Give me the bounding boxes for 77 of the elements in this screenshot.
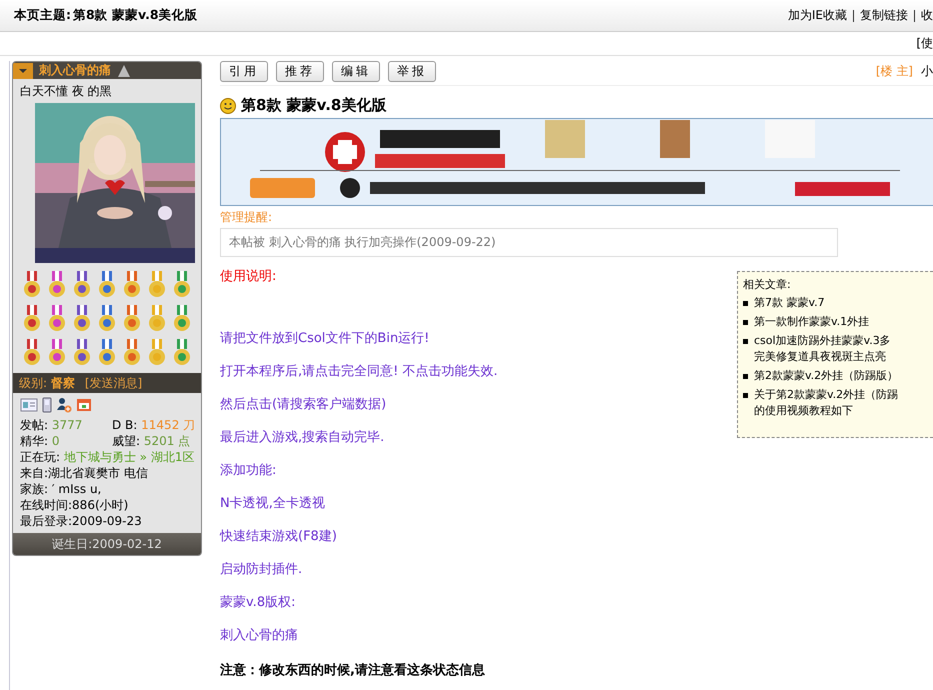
medal-icon	[22, 305, 42, 333]
stat-text: 威望: 5201 点	[112, 433, 192, 449]
post-text: 蒙蒙v.8版权:	[220, 594, 296, 612]
medal-icon	[22, 271, 42, 299]
bullet-icon	[743, 339, 748, 344]
related-link[interactable]: 第7款 蒙蒙v.7	[754, 295, 825, 311]
info-text: 来自:湖北省襄樊市 电信	[20, 465, 149, 481]
post-button[interactable]: 举报	[388, 60, 436, 82]
medal-icon	[97, 339, 117, 367]
related-link[interactable]: 第2款蒙蒙v.2外挂（防踢版）	[754, 368, 898, 384]
floor-text: 小	[921, 62, 933, 80]
birthday-bar: 诞生日:2009-02-12	[13, 533, 201, 555]
medal-icon	[47, 271, 67, 299]
medal-icon	[72, 271, 92, 299]
related-title: 相关文章:	[743, 277, 792, 292]
top-link[interactable]: 加为IE收藏	[788, 7, 847, 24]
medal-icon	[97, 305, 117, 333]
medal-icon	[122, 339, 142, 367]
post-text: 添加功能:	[220, 462, 278, 480]
profile-card-icon[interactable]	[20, 398, 38, 412]
medal-icon	[47, 305, 67, 333]
post-text: 启动防封插件.	[220, 561, 304, 579]
info-text: 在线时间:886(小时)	[20, 497, 130, 513]
medal-icon	[72, 305, 92, 333]
add-friend-icon[interactable]	[56, 397, 72, 413]
related-link[interactable]: csol加速防踢外挂蒙蒙v.3多 完美修复道具夜视斑主点亮	[754, 333, 891, 365]
dropdown-icon[interactable]	[13, 62, 33, 78]
medal-icon	[147, 271, 167, 299]
medal-icon	[47, 339, 67, 367]
smiley-icon	[220, 98, 236, 114]
info-text: 最后登录:2009-09-23	[20, 513, 143, 529]
info-text: 家族: ′ mIss u,	[20, 481, 102, 497]
subbar-link[interactable]: [使	[916, 35, 933, 52]
playing-text: 正在玩: 地下城与勇士 » 湖北1区	[20, 449, 194, 465]
top-link[interactable]: 收	[921, 7, 933, 24]
topic-title: 第8款 蒙蒙v.8美化版	[73, 7, 198, 24]
medal-icon	[72, 339, 92, 367]
topic-label: 本页主题:	[14, 7, 71, 24]
post-button[interactable]: 引用	[220, 60, 268, 82]
notice-text: 本帖被 刺入心骨的痛 执行加亮操作(2009-09-22)	[220, 228, 838, 257]
medal-icon	[122, 305, 142, 333]
rank-label: 级别: 督察	[19, 374, 75, 392]
top-link[interactable]: 复制链接	[860, 7, 908, 24]
post-text: 刺入心骨的痛	[220, 627, 299, 645]
send-message-link[interactable]: [发送消息]	[84, 374, 142, 392]
related-link[interactable]: 关于第2款蒙蒙v.2外挂（防踢 的使用视频教程如下	[754, 387, 898, 419]
medal-icon	[172, 271, 192, 299]
post-title: 第8款 蒙蒙v.8美化版	[241, 96, 386, 115]
post-button[interactable]: 编辑	[332, 60, 380, 82]
bullet-icon	[743, 374, 748, 379]
medal-icon	[147, 305, 167, 333]
medal-icon	[147, 339, 167, 367]
medal-icon	[97, 271, 117, 299]
medal-icon	[172, 305, 192, 333]
post-text: 请把文件放到Csol文件下的Bin运行!	[220, 330, 430, 348]
post-text: 然后点击(请搜索客户端数据)	[220, 396, 388, 414]
post-text: 最后进入游戏,搜索自动完毕.	[220, 429, 386, 447]
notice-label: 管理提醒:	[220, 209, 274, 226]
phone-icon[interactable]	[42, 397, 52, 413]
bullet-icon	[743, 301, 748, 306]
section-heading: 使用说明:	[220, 268, 278, 285]
stat-text: 精华: 0	[20, 433, 60, 449]
medal-icon	[122, 271, 142, 299]
stat-text: 发帖: 3777	[20, 417, 84, 433]
post-text: 快速结束游戏(F8建)	[220, 528, 338, 546]
related-link[interactable]: 第一款制作蒙蒙v.1外挂	[754, 314, 870, 330]
medal-icon	[22, 339, 42, 367]
stat-text: D B: 11452 刀	[112, 417, 196, 433]
medal-icon	[172, 339, 192, 367]
bullet-icon	[743, 320, 748, 325]
user-signature: 白天不懂 夜 的黑	[20, 83, 113, 100]
bullet-icon	[743, 393, 748, 398]
post-text: N卡透视,全卡透视	[220, 495, 326, 513]
note-text: 注意：修改东西的时候,请注意看这条状态信息	[220, 662, 486, 679]
post-button[interactable]: 推荐	[276, 60, 324, 82]
post-text: 打开本程序后,请点击完全同意! 不点击功能失效.	[220, 363, 498, 381]
floor-label: [楼 主]	[876, 62, 913, 80]
